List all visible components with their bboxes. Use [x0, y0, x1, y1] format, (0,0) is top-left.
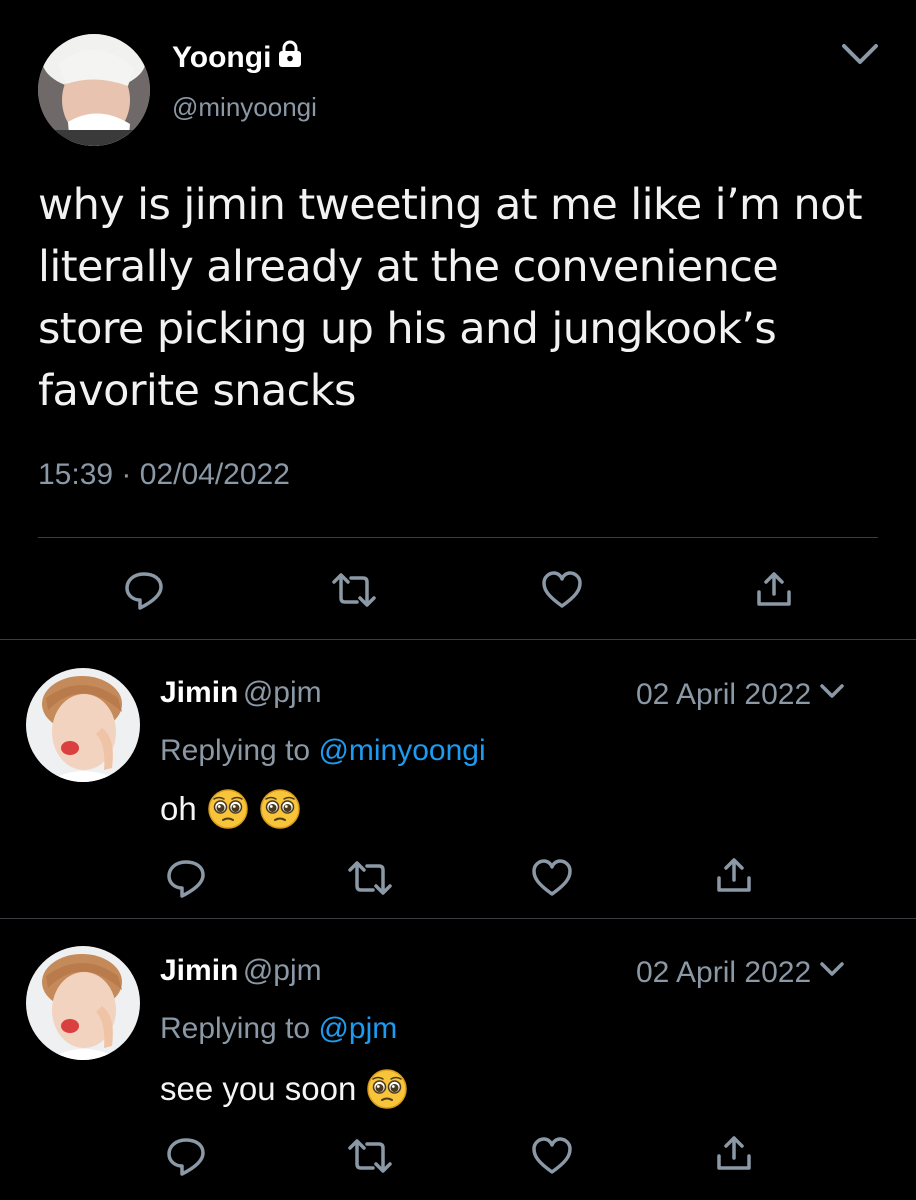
- author-name[interactable]: Yoongi: [172, 40, 303, 76]
- reply-text: see you soon: [160, 1070, 357, 1107]
- divider: [0, 918, 916, 919]
- pleading-face-emoji: [259, 788, 301, 830]
- pleading-face-emoji: [366, 1068, 408, 1110]
- reply-author-name: Jimin: [160, 676, 239, 709]
- replying-to: Replying to @pjm: [160, 1012, 397, 1046]
- replying-to: Replying to @minyoongi: [160, 734, 486, 768]
- author-name-label: Yoongi: [172, 41, 272, 74]
- replying-to-label: Replying to: [160, 1012, 311, 1045]
- reply-icon: [125, 572, 163, 610]
- reply-button[interactable]: [164, 1134, 208, 1178]
- chevron-down-icon[interactable]: [836, 36, 884, 76]
- reply-icon: [167, 860, 205, 898]
- lock-icon: [277, 40, 303, 76]
- replying-to-label: Replying to: [160, 734, 311, 767]
- retweet-icon: [348, 1139, 392, 1173]
- share-icon: [717, 1136, 751, 1170]
- share-button[interactable]: [714, 856, 754, 896]
- reply-author-name: Jimin: [160, 954, 239, 987]
- retweet-button[interactable]: [330, 570, 378, 610]
- avatar-jimin[interactable]: [26, 668, 140, 782]
- like-button[interactable]: [530, 1136, 574, 1176]
- like-icon: [542, 571, 582, 608]
- pleading-face-emoji: [207, 788, 249, 830]
- divider: [0, 639, 916, 640]
- share-button[interactable]: [754, 570, 794, 610]
- reply-date: 02 April 2022: [636, 678, 812, 711]
- replying-to-mention[interactable]: @pjm: [318, 1012, 397, 1045]
- reply-date-group: 02 April 2022: [636, 676, 847, 714]
- reply-body: see you soon: [160, 1068, 408, 1110]
- reply-author-handle: @pjm: [242, 954, 322, 987]
- like-button[interactable]: [540, 570, 584, 610]
- tweet-date: 02/04/2022: [139, 458, 290, 491]
- retweet-icon: [348, 861, 392, 895]
- share-button[interactable]: [714, 1134, 754, 1174]
- author-handle[interactable]: @minyoongi: [172, 92, 317, 123]
- retweet-button[interactable]: [346, 1136, 394, 1176]
- retweet-button[interactable]: [346, 858, 394, 898]
- divider: [38, 537, 878, 538]
- retweet-icon: [332, 573, 376, 607]
- share-icon: [757, 572, 791, 606]
- share-icon: [717, 858, 751, 892]
- like-icon: [532, 859, 572, 896]
- tweet-time: 15:39: [38, 458, 114, 491]
- reply-date: 02 April 2022: [636, 956, 812, 989]
- like-button[interactable]: [530, 858, 574, 898]
- tweet-timestamp: 15:39 · 02/04/2022: [38, 458, 290, 492]
- reply-date-group: 02 April 2022: [636, 954, 847, 992]
- meta-separator: ·: [121, 458, 132, 491]
- reply-button[interactable]: [122, 568, 166, 612]
- chevron-down-icon[interactable]: [817, 954, 847, 992]
- reply-icon: [167, 1138, 205, 1176]
- reply-body: oh: [160, 788, 301, 830]
- chevron-down-icon[interactable]: [817, 676, 847, 714]
- avatar-yoongi[interactable]: [38, 34, 150, 146]
- like-icon: [532, 1137, 572, 1174]
- reply-author[interactable]: Jimin @pjm: [160, 676, 322, 710]
- reply-button[interactable]: [164, 856, 208, 900]
- avatar-jimin[interactable]: [26, 946, 140, 1060]
- reply-text: oh: [160, 790, 197, 827]
- tweet-text: why is jimin tweeting at me like i’m not…: [38, 180, 863, 416]
- replying-to-mention[interactable]: @minyoongi: [318, 734, 485, 767]
- reply-author[interactable]: Jimin @pjm: [160, 954, 322, 988]
- reply-author-handle: @pjm: [242, 676, 322, 709]
